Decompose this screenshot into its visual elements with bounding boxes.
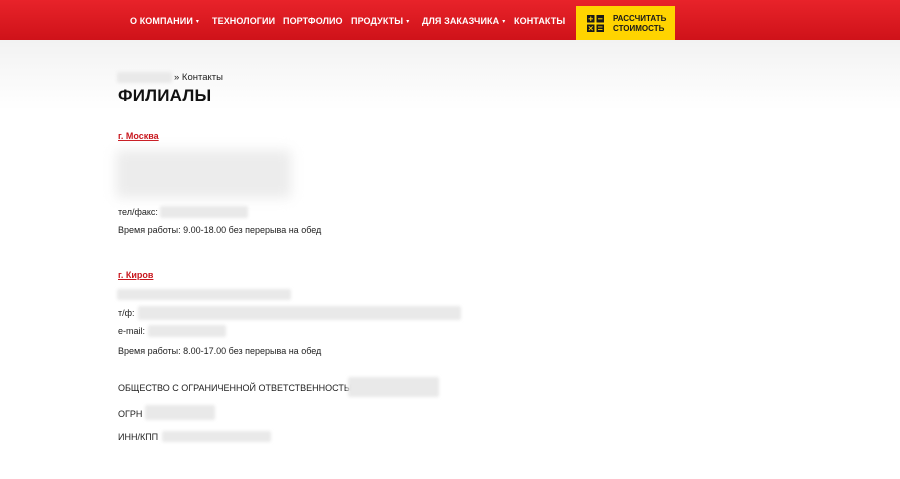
branch-hours: Время работы: 9.00-18.00 без перерыва на…	[118, 225, 322, 235]
nav-item-portfolio[interactable]: ПОРТФОЛИО	[283, 0, 343, 40]
company-name-redacted	[348, 377, 439, 397]
branch-address-redacted	[116, 150, 291, 198]
nav-label: ДЛЯ ЗАКАЗЧИКА	[422, 16, 500, 26]
nav-label: ПОРТФОЛИО	[283, 16, 343, 26]
branch-city-link[interactable]: г. Киров	[118, 270, 153, 280]
branch-phone-redacted	[138, 306, 461, 320]
nav-item-for-customers[interactable]: ДЛЯ ЗАКАЗЧИКА ▾	[422, 0, 505, 40]
branch-phone-label: т/ф:	[118, 308, 135, 318]
branch-email-label: e-mail:	[118, 326, 146, 336]
calculate-cost-label: РАССЧИТАТЬ СТОИМОСТЬ	[613, 14, 667, 33]
branch-phone-redacted	[160, 206, 248, 218]
nav-item-products[interactable]: ПРОДУКТЫ ▾	[351, 0, 409, 40]
page-title: ФИЛИАЛЫ	[118, 86, 212, 105]
company-name-label: ОБЩЕСТВО С ОГРАНИЧЕННОЙ ОТВЕТСТВЕННОСТЬЮ	[118, 383, 359, 393]
chevron-down-icon: ▾	[195, 19, 200, 25]
nav-item-technologies[interactable]: ТЕХНОЛОГИИ	[212, 0, 275, 40]
company-ogrn-label: ОГРН	[118, 409, 143, 419]
branch-hours: Время работы: 8.00-17.00 без перерыва на…	[118, 346, 322, 356]
nav-item-about[interactable]: О КОМПАНИИ ▾	[130, 0, 199, 40]
nav-label: ТЕХНОЛОГИИ	[212, 16, 276, 26]
nav-label: КОНТАКТЫ	[514, 16, 566, 26]
top-navbar: О КОМПАНИИ ▾ ТЕХНОЛОГИИ ПОРТФОЛИО ПРОДУКТ…	[0, 0, 900, 40]
company-ogrn-redacted	[145, 405, 215, 420]
nav-item-contacts[interactable]: КОНТАКТЫ	[514, 0, 565, 40]
nav-label: О КОМПАНИИ	[130, 16, 193, 26]
nav-label: ПРОДУКТЫ	[351, 16, 404, 26]
chevron-down-icon: ▾	[406, 19, 410, 25]
branch-phone-label: тел/факс:	[118, 207, 158, 217]
branch-city-link[interactable]: г. Москва	[118, 131, 159, 141]
breadcrumb-current: » Контакты	[174, 72, 223, 83]
calculator-icon	[587, 15, 604, 32]
branch-email-redacted[interactable]	[148, 325, 226, 337]
company-inn-label: ИНН/КПП	[118, 432, 159, 442]
branch-address-redacted	[117, 289, 291, 300]
chevron-down-icon: ▾	[502, 19, 506, 25]
calculate-cost-button[interactable]: РАССЧИТАТЬ СТОИМОСТЬ	[576, 6, 675, 40]
breadcrumb-home-link-redacted[interactable]	[117, 72, 172, 83]
company-inn-redacted	[162, 431, 271, 442]
